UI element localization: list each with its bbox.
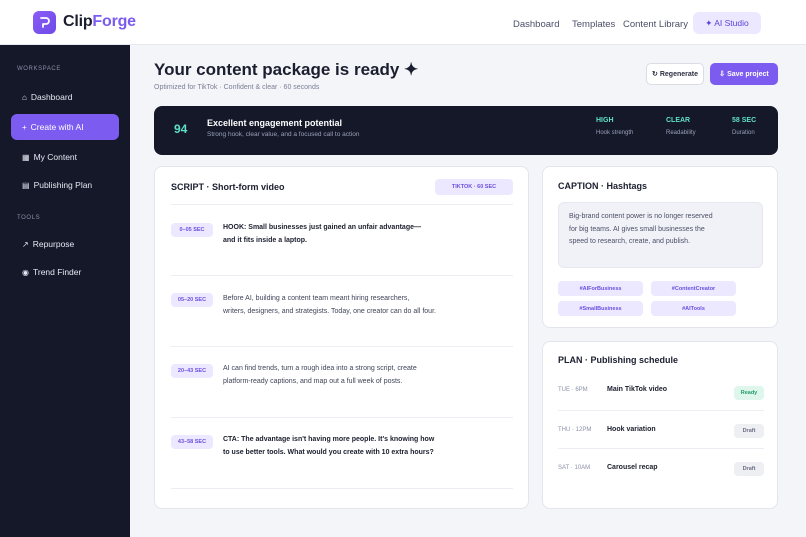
metric-duration-label: Duration bbox=[732, 130, 755, 136]
top-bar: ClipForge Dashboard Templates Content Li… bbox=[0, 0, 806, 45]
publishing-plan-card: PLAN · Publishing schedule TUE · 6PM Mai… bbox=[542, 341, 778, 509]
metric-hook-value: HIGH bbox=[596, 117, 614, 124]
segment-time-badge: 43–58 SEC bbox=[171, 435, 213, 449]
hashtag-chip[interactable]: #SmallBusiness bbox=[558, 301, 643, 316]
caption-line: for big teams. AI gives small businesses… bbox=[569, 225, 705, 233]
schedule-time: SAT · 10AM bbox=[558, 465, 591, 471]
segment-text-line: Before AI, building a content team meant… bbox=[223, 295, 410, 302]
clipforge-logo-icon[interactable] bbox=[33, 11, 56, 34]
brand-name-part2: Forge bbox=[92, 13, 136, 30]
save-project-button[interactable]: ⇩ Save project bbox=[710, 63, 778, 85]
sidebar-item-label: My Content bbox=[33, 152, 78, 162]
page-subtitle: Optimized for TikTok · Confident & clear… bbox=[154, 84, 320, 91]
sidebar-item-create-with-ai[interactable]: + Create with AI bbox=[11, 114, 119, 140]
caption-line: speed to research, create, and publish. bbox=[569, 238, 691, 245]
score-subtitle: Strong hook, clear value, and a focused … bbox=[207, 131, 360, 138]
tools-heading: TOOLS bbox=[17, 215, 41, 221]
sidebar-item-dashboard[interactable]: ⌂ Dashboard bbox=[11, 84, 119, 110]
script-segment: 20–43 SEC AI can find trends, turn a rou… bbox=[171, 346, 513, 417]
script-segment: 0–05 SEC HOOK: Small businesses just gai… bbox=[171, 204, 513, 275]
caption-text-box[interactable]: Big-brand content power is no longer res… bbox=[558, 202, 763, 268]
workspace-heading: WORKSPACE bbox=[17, 66, 61, 72]
home-icon: ⌂ bbox=[22, 92, 27, 102]
sidebar-item-label: Publishing Plan bbox=[33, 180, 93, 190]
script-card: SCRIPT · Short-form video TIKTOK · 60 SE… bbox=[154, 166, 529, 509]
ai-studio-button[interactable]: ✦ AI Studio bbox=[693, 12, 761, 34]
sidebar-item-repurpose[interactable]: ↗ Repurpose bbox=[11, 231, 119, 257]
sidebar-item-label: Trend Finder bbox=[32, 267, 82, 277]
score-title: Excellent engagement potential bbox=[207, 118, 343, 128]
schedule-time: TUE · 6PM bbox=[558, 387, 588, 393]
sidebar-item-publishing-plan[interactable]: ▤ Publishing Plan bbox=[11, 172, 119, 198]
schedule-row[interactable]: THU · 12PM Hook variation Draft bbox=[558, 411, 764, 449]
schedule-row[interactable]: SAT · 10AM Carousel recap Draft bbox=[558, 449, 764, 487]
schedule-item-name: Main TikTok video bbox=[607, 386, 668, 393]
regenerate-button[interactable]: ↻ Regenerate bbox=[646, 63, 704, 85]
metric-readability-value: CLEAR bbox=[666, 117, 691, 124]
sidebar-item-trend-finder[interactable]: ◉ Trend Finder bbox=[11, 259, 119, 285]
caption-card-title: CAPTION · Hashtags bbox=[558, 181, 648, 191]
segment-text-line: AI can find trends, turn a rough idea in… bbox=[223, 365, 417, 372]
status-badge: Draft bbox=[734, 424, 764, 438]
grid-icon: ▦ bbox=[22, 152, 30, 162]
metric-duration-value: 58 SEC bbox=[732, 117, 757, 124]
arrow-up-right-icon: ↗ bbox=[22, 239, 29, 249]
schedule-time: THU · 12PM bbox=[558, 427, 592, 433]
nav-content-library[interactable]: Content Library bbox=[623, 19, 688, 30]
sidebar-item-my-content[interactable]: ▦ My Content bbox=[11, 144, 119, 170]
segment-text-line: CTA: The advantage isn't having more peo… bbox=[223, 436, 435, 443]
page-title: Your content package is ready ✦ bbox=[154, 60, 419, 79]
script-segment: 43–58 SEC CTA: The advantage isn't havin… bbox=[171, 417, 513, 489]
metric-hook-label: Hook strength bbox=[596, 130, 634, 136]
segment-text-line: HOOK: Small businesses just gained an un… bbox=[223, 224, 421, 231]
caption-line: Big-brand content power is no longer res… bbox=[569, 213, 713, 220]
script-segment: 05–20 SEC Before AI, building a content … bbox=[171, 275, 513, 346]
sidebar-item-label: Dashboard bbox=[30, 92, 73, 102]
segment-text-line: and it fits inside a laptop. bbox=[223, 237, 308, 244]
status-badge: Draft bbox=[734, 462, 764, 476]
nav-dashboard[interactable]: Dashboard bbox=[513, 19, 559, 30]
metric-readability-label: Readability bbox=[666, 130, 696, 136]
engagement-score: 94 bbox=[174, 122, 188, 136]
segment-time-badge: 05–20 SEC bbox=[171, 293, 213, 307]
segment-text-line: writers, designers, and strategists. Tod… bbox=[223, 308, 436, 315]
engagement-score-banner: 94 Excellent engagement potential Strong… bbox=[154, 106, 778, 155]
hashtag-chip[interactable]: #AIForBusiness bbox=[558, 281, 643, 296]
target-icon: ◉ bbox=[22, 267, 29, 277]
sidebar: WORKSPACE ⌂ Dashboard + Create with AI ▦… bbox=[0, 45, 130, 537]
nav-templates[interactable]: Templates bbox=[572, 19, 615, 30]
sidebar-item-label: Repurpose bbox=[32, 239, 75, 249]
script-card-title: SCRIPT · Short-form video bbox=[171, 182, 285, 192]
segment-time-badge: 0–05 SEC bbox=[171, 223, 213, 237]
schedule-item-name: Hook variation bbox=[607, 426, 656, 433]
status-badge: Ready bbox=[734, 386, 764, 400]
hashtag-chip[interactable]: #AITools bbox=[651, 301, 736, 316]
sidebar-item-label: Create with AI bbox=[30, 122, 84, 132]
brand-name-part1: Clip bbox=[63, 13, 93, 30]
caption-card: CAPTION · Hashtags Big-brand content pow… bbox=[542, 166, 778, 328]
plus-icon: + bbox=[22, 122, 27, 132]
brand-name: ClipForge bbox=[63, 13, 136, 31]
calendar-icon: ▤ bbox=[22, 180, 30, 190]
plan-card-title: PLAN · Publishing schedule bbox=[558, 355, 679, 365]
schedule-item-name: Carousel recap bbox=[607, 464, 658, 471]
schedule-row[interactable]: TUE · 6PM Main TikTok video Ready bbox=[558, 373, 764, 411]
hashtag-chip[interactable]: #ContentCreator bbox=[651, 281, 736, 296]
segment-text-line: to use better tools. What would you crea… bbox=[223, 449, 434, 456]
platform-duration-badge: TIKTOK · 60 SEC bbox=[435, 179, 513, 195]
segment-time-badge: 20–43 SEC bbox=[171, 364, 213, 378]
segment-text-line: platform-ready captions, and map out a f… bbox=[223, 378, 403, 385]
